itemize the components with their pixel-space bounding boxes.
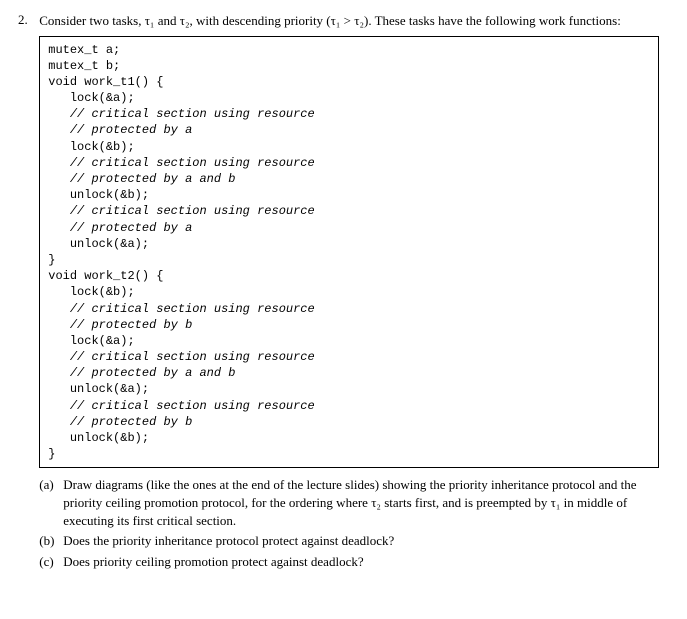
- code-comment: // critical section using resource: [48, 398, 650, 414]
- code-line: mutex_t a;: [48, 42, 650, 58]
- code-comment: // protected by a and b: [48, 365, 650, 381]
- sub-b: (b) Does the priority inheritance protoc…: [39, 532, 659, 550]
- sub-c: (c) Does priority ceiling promotion prot…: [39, 553, 659, 571]
- code-line: }: [48, 446, 650, 462]
- code-line: lock(&b);: [48, 139, 650, 155]
- code-line: }: [48, 252, 650, 268]
- code-line: unlock(&a);: [48, 236, 650, 252]
- code-comment: // critical section using resource: [48, 106, 650, 122]
- code-comment: // critical section using resource: [48, 301, 650, 317]
- code-line: lock(&a);: [48, 90, 650, 106]
- code-line: lock(&b);: [48, 284, 650, 300]
- sub-a: (a) Draw diagrams (like the ones at the …: [39, 476, 659, 529]
- code-comment: // protected by a and b: [48, 171, 650, 187]
- sub-b-label: (b): [39, 532, 63, 550]
- code-comment: // critical section using resource: [48, 203, 650, 219]
- sub-questions: (a) Draw diagrams (like the ones at the …: [39, 476, 659, 570]
- code-comment: // protected by a: [48, 122, 650, 138]
- code-comment: // critical section using resource: [48, 155, 650, 171]
- code-comment: // protected by b: [48, 317, 650, 333]
- code-line: unlock(&b);: [48, 187, 650, 203]
- code-line: void work_t1() {: [48, 74, 650, 90]
- sub-b-text: Does the priority inheritance protocol p…: [63, 532, 659, 550]
- code-line: void work_t2() {: [48, 268, 650, 284]
- problem: 2. Consider two tasks, τ₁ and τ₂, with d…: [18, 12, 669, 573]
- code-block: mutex_t a; mutex_t b; void work_t1() { l…: [39, 36, 659, 469]
- code-line: unlock(&a);: [48, 381, 650, 397]
- problem-intro: Consider two tasks, τ₁ and τ₂, with desc…: [39, 12, 659, 30]
- code-comment: // critical section using resource: [48, 349, 650, 365]
- code-line: lock(&a);: [48, 333, 650, 349]
- problem-body: Consider two tasks, τ₁ and τ₂, with desc…: [39, 12, 659, 573]
- sub-a-text: Draw diagrams (like the ones at the end …: [63, 476, 659, 529]
- code-line: unlock(&b);: [48, 430, 650, 446]
- code-comment: // protected by b: [48, 414, 650, 430]
- sub-c-text: Does priority ceiling promotion protect …: [63, 553, 659, 571]
- code-line: mutex_t b;: [48, 58, 650, 74]
- problem-number: 2.: [18, 12, 36, 28]
- sub-c-label: (c): [39, 553, 63, 571]
- sub-a-label: (a): [39, 476, 63, 529]
- code-comment: // protected by a: [48, 220, 650, 236]
